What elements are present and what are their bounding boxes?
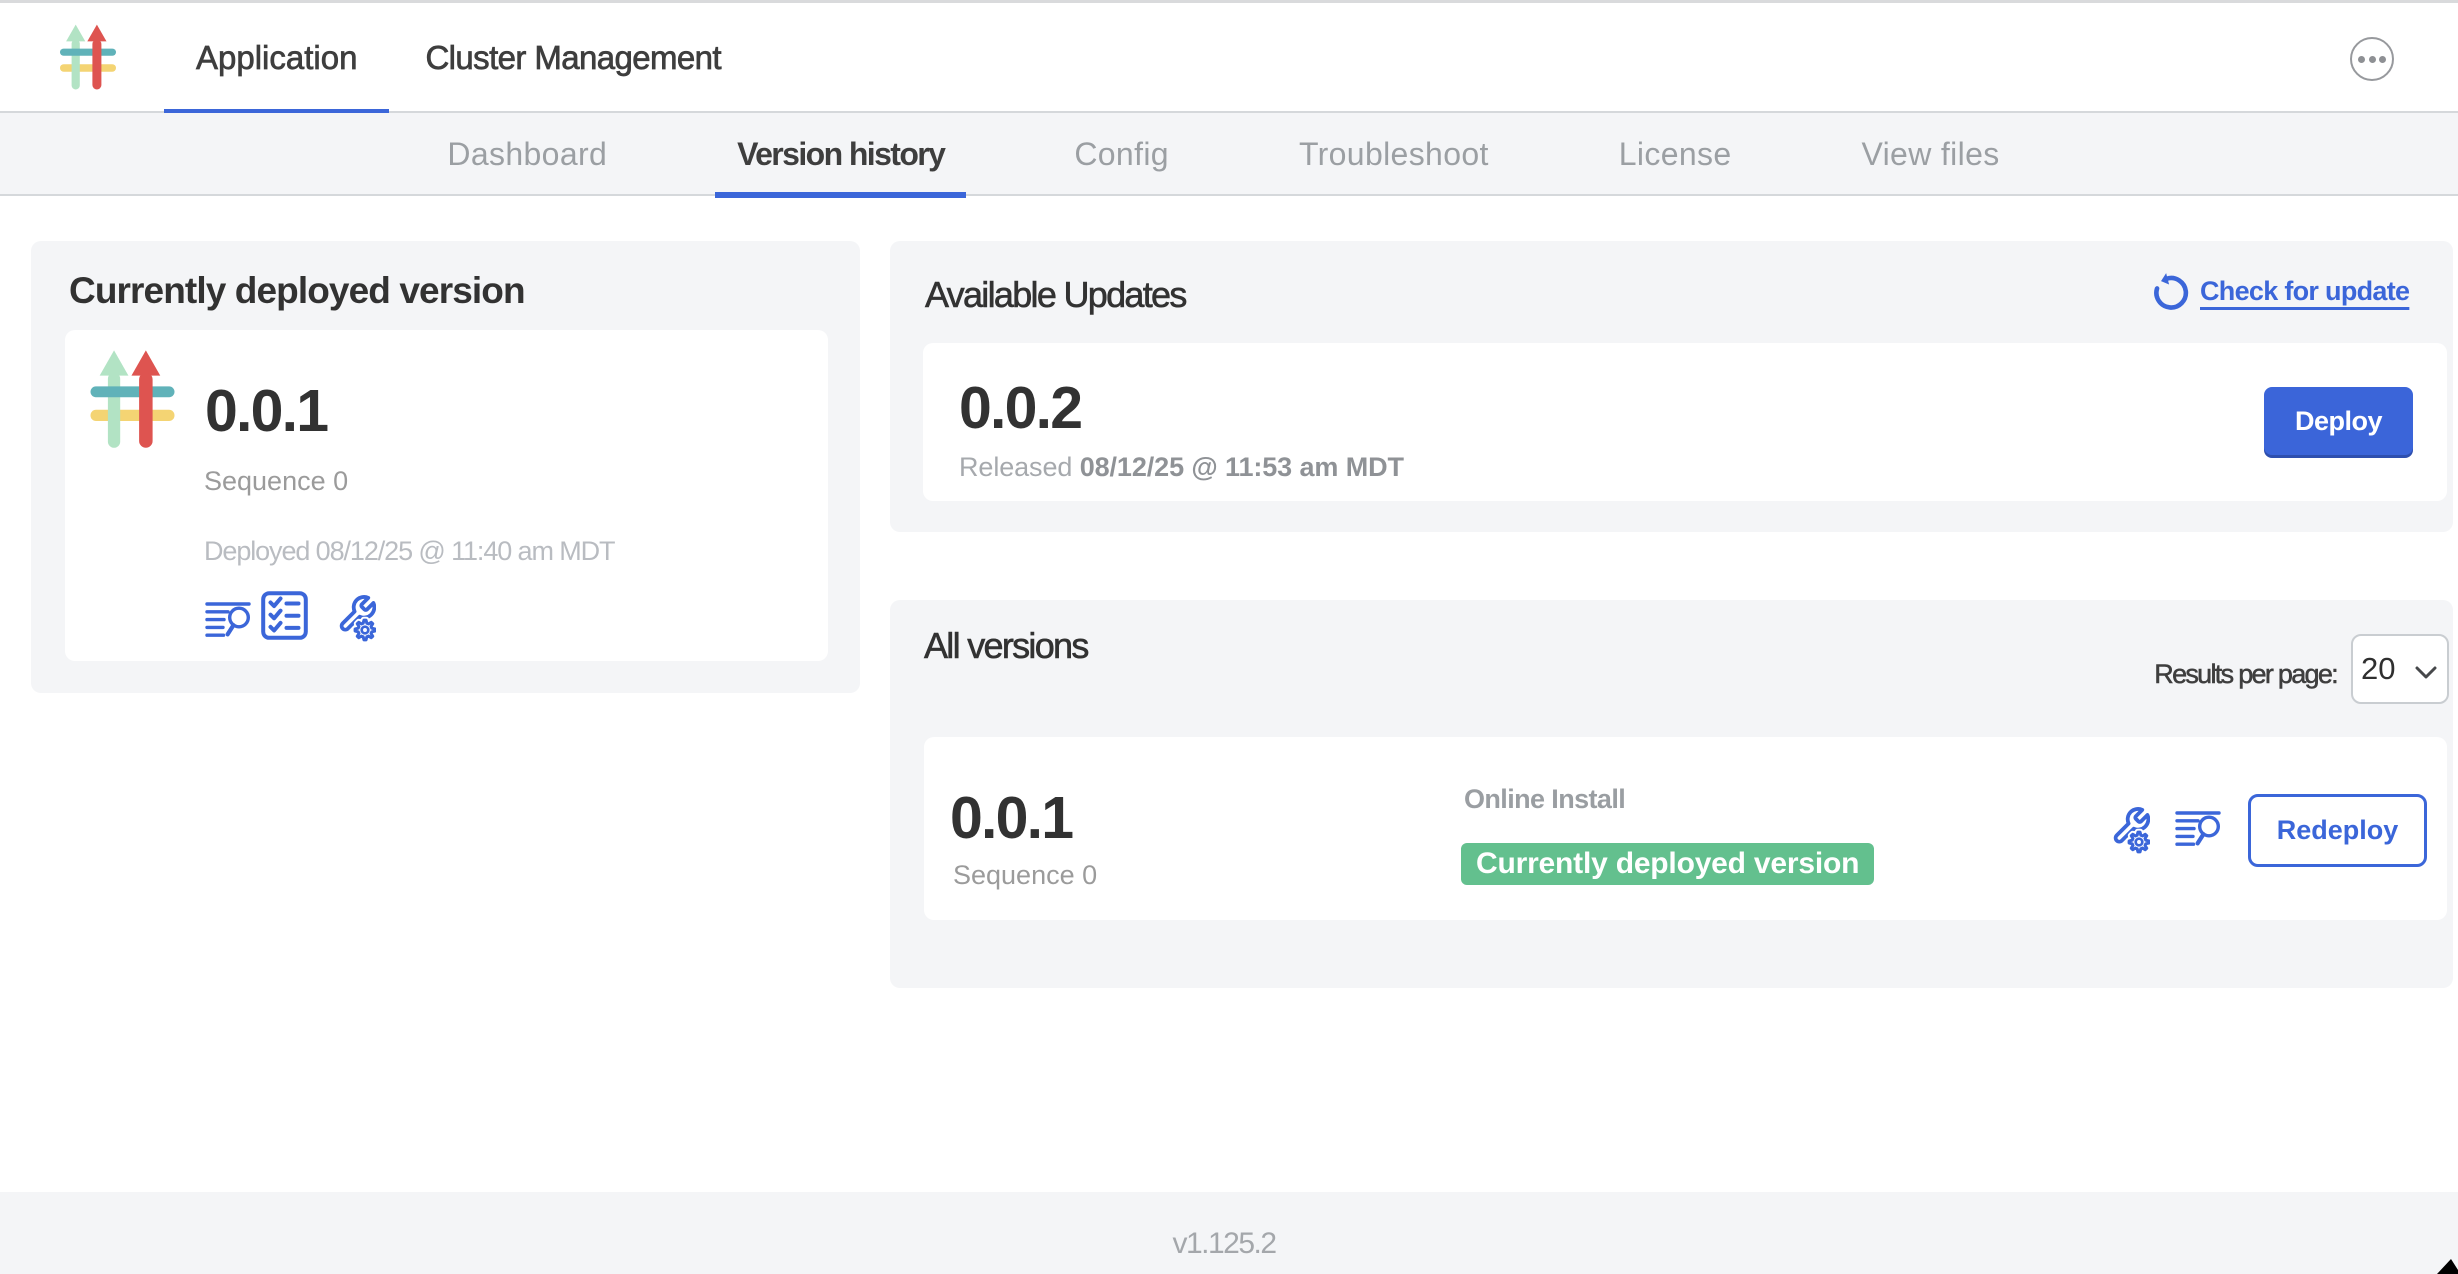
check-for-update-link[interactable]: Check for update (2150, 271, 2409, 312)
update-row: 0.0.2 Released 08/12/25 @ 11:53 am MDT D… (923, 343, 2447, 501)
tab-dashboard-label: Dashboard (447, 136, 607, 173)
currently-deployed-badge: Currently deployed version (1461, 843, 1874, 885)
deployed-version-tile: 0.0.1 Sequence 0 Deployed 08/12/25 @ 11:… (65, 330, 828, 661)
available-updates-title: Available Updates (925, 277, 1186, 313)
tab-dashboard[interactable]: Dashboard (425, 113, 629, 196)
tab-application-label: Application (196, 39, 357, 77)
currently-deployed-title: Currently deployed version (69, 272, 525, 309)
results-per-page-select[interactable]: 20 (2351, 634, 2449, 704)
app-logo-icon (59, 19, 117, 95)
config-wrench-icon[interactable] (2110, 804, 2150, 854)
tab-application[interactable]: Application (164, 3, 389, 113)
chevron-down-icon (2415, 666, 2437, 679)
deployed-sequence: Sequence 0 (204, 468, 348, 495)
tab-config-label: Config (1074, 136, 1169, 173)
tab-version-history-label: Version history (737, 136, 944, 173)
app-logo-icon (89, 349, 176, 449)
redeploy-button[interactable]: Redeploy (2248, 794, 2427, 867)
tab-license[interactable]: License (1597, 113, 1754, 196)
config-wrench-icon[interactable] (336, 592, 376, 642)
tab-cluster-management-label: Cluster Management (425, 39, 721, 77)
tab-version-history[interactable]: Version history (715, 113, 966, 196)
mouse-cursor-artifact (2428, 1254, 2458, 1274)
tab-view-files-label: View files (1861, 136, 1999, 173)
row-install-type: Online Install (1464, 786, 1625, 813)
version-row: 0.0.1 Sequence 0 Online Install Currentl… (924, 737, 2447, 920)
admin-console-version: v1.125.2 (0, 1229, 2458, 1259)
all-versions-card: All versions Results per page: 20 0.0.1 … (890, 600, 2453, 988)
deployed-date: Deployed 08/12/25 @ 11:40 am MDT (204, 538, 614, 565)
app-footer: v1.125.2 (0, 1192, 2458, 1274)
row-sequence: Sequence 0 (953, 862, 1097, 889)
check-for-update-label: Check for update (2200, 276, 2409, 307)
released-label: Released (959, 452, 1072, 482)
all-versions-title: All versions (924, 628, 1088, 664)
app-header: Application Cluster Management (0, 3, 2458, 113)
available-updates-card: Available Updates Check for update 0.0.2… (890, 241, 2453, 532)
refresh-icon (2150, 271, 2191, 312)
currently-deployed-card: Currently deployed version 0.0.1 Sequenc… (31, 241, 860, 693)
preflight-checklist-icon[interactable] (261, 591, 308, 640)
results-per-page-value: 20 (2361, 651, 2395, 687)
update-released-date: Released 08/12/25 @ 11:53 am MDT (959, 454, 1404, 481)
ellipsis-menu-icon[interactable] (2350, 37, 2394, 81)
tab-troubleshoot-label: Troubleshoot (1299, 136, 1489, 173)
tab-config[interactable]: Config (1052, 113, 1191, 196)
tab-cluster-management[interactable]: Cluster Management (393, 3, 753, 113)
diff-logs-icon[interactable] (2175, 811, 2221, 848)
row-version-number: 0.0.1 (950, 789, 1072, 848)
update-version-number: 0.0.2 (959, 379, 1081, 438)
top-nav: Application Cluster Management (164, 3, 757, 113)
diff-logs-icon[interactable] (205, 602, 251, 639)
deploy-button[interactable]: Deploy (2264, 387, 2413, 455)
tab-view-files[interactable]: View files (1839, 113, 2021, 196)
results-per-page-label: Results per page: (2154, 639, 2337, 709)
tab-license-label: License (1619, 136, 1732, 173)
released-date-value: 08/12/25 @ 11:53 am MDT (1080, 452, 1404, 482)
tab-troubleshoot[interactable]: Troubleshoot (1277, 113, 1511, 196)
deployed-version-number: 0.0.1 (205, 382, 327, 441)
app-subnav: Dashboard Version history Config Trouble… (0, 113, 2458, 196)
